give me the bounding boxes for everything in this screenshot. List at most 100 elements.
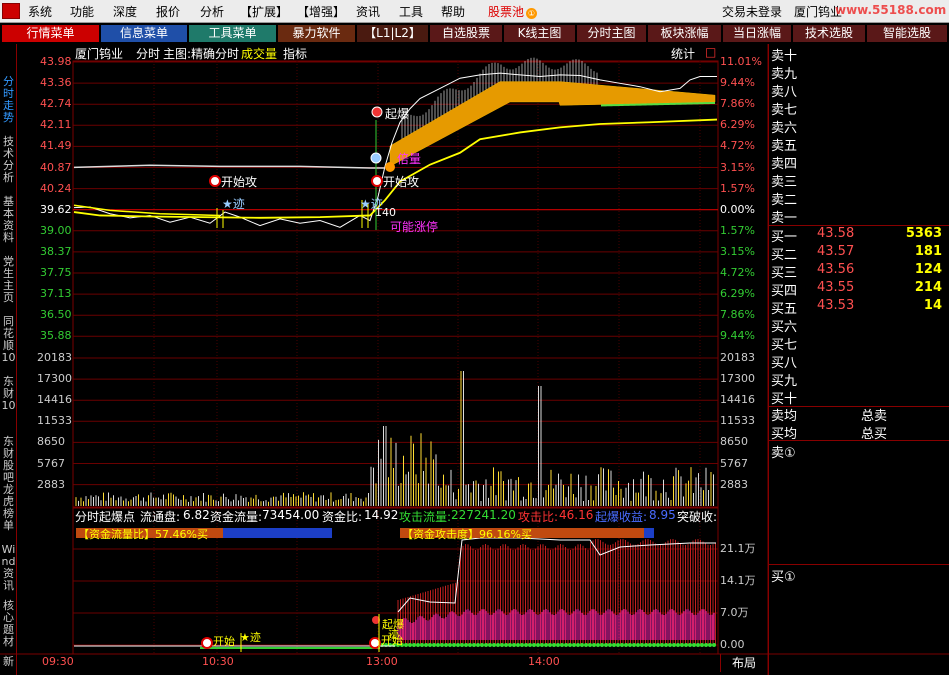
green-dot xyxy=(432,643,436,647)
bid-row[interactable]: 买三 xyxy=(771,262,797,281)
green-dot xyxy=(480,643,484,647)
green-dot xyxy=(496,643,500,647)
bid-row[interactable]: 买二 xyxy=(771,244,797,263)
green-dot xyxy=(444,643,448,647)
price-pane-frame xyxy=(72,60,719,509)
volume-tick: 2883 xyxy=(37,477,65,491)
green-dot xyxy=(536,643,540,647)
attack-marker-icon xyxy=(209,175,221,187)
green-dot xyxy=(668,643,672,647)
price-tick: 41.49 xyxy=(40,139,72,153)
ask-row[interactable]: 卖五 xyxy=(771,135,797,154)
volume-tick: 14416 xyxy=(37,393,72,407)
green-dot xyxy=(456,643,460,647)
indicator-name[interactable]: 分时起爆点 xyxy=(75,508,135,525)
bid-row[interactable]: 买五 xyxy=(771,298,797,317)
green-dot xyxy=(656,643,660,647)
ask-row[interactable]: 卖二 xyxy=(771,189,797,208)
volume-tick: 11533 xyxy=(37,414,72,428)
bid-row[interactable]: 买四 xyxy=(771,280,797,299)
pct-tick: 9.44% xyxy=(720,329,755,343)
attack-flow-value: 227241.20 xyxy=(451,508,516,522)
price-tick: 42.11 xyxy=(40,118,72,132)
green-dot xyxy=(648,643,652,647)
green-dot xyxy=(652,643,656,647)
green-dot xyxy=(620,643,624,647)
average-line-left xyxy=(73,204,221,217)
green-dot xyxy=(584,643,588,647)
pct-tick: 3.15% xyxy=(720,244,755,258)
ask-row[interactable]: 卖十 xyxy=(771,45,797,64)
pct-tick: 3.15% xyxy=(720,160,755,174)
attack-degree-bar: 【资金攻击度】96.16%买 xyxy=(400,528,654,541)
annotation-big-volume: 倍量 xyxy=(397,151,421,166)
volume-tick: 17300 xyxy=(720,372,755,386)
green-dot xyxy=(568,643,572,647)
time-tick: 10:30 xyxy=(202,655,234,668)
pct-tick: 7.86% xyxy=(720,97,755,111)
ask-row[interactable]: 卖九 xyxy=(771,63,797,82)
green-dot xyxy=(644,643,648,647)
attack-ratio-label: 攻击比: xyxy=(518,510,559,524)
green-dot xyxy=(572,643,576,647)
bid-row[interactable]: 买九 xyxy=(771,370,797,389)
green-dot xyxy=(420,643,424,647)
ask-row[interactable]: 卖一 xyxy=(771,207,797,226)
price-tick: 38.37 xyxy=(40,244,72,258)
green-dot xyxy=(528,643,532,647)
green-dot xyxy=(684,643,688,647)
green-dot xyxy=(612,643,616,647)
time-tick: 13:00 xyxy=(366,655,398,668)
lower-tick: 7.0万 xyxy=(720,606,749,619)
ask-row[interactable]: 卖七 xyxy=(771,99,797,118)
green-dot xyxy=(560,643,564,647)
bid-row[interactable]: 买七 xyxy=(771,334,797,353)
attack-flow-label: 攻击流量: xyxy=(399,510,452,524)
total-sell: 总卖 xyxy=(861,409,888,424)
fund-flow-ratio-text: 【资金流量比】57.46%买 xyxy=(78,528,208,541)
attack-marker-icon xyxy=(371,175,383,187)
bid-price: 43.57 xyxy=(817,244,855,259)
green-dot xyxy=(488,643,492,647)
pct-tick: 1.57% xyxy=(720,181,755,195)
buy-queue[interactable]: 买① xyxy=(771,566,796,585)
green-dot xyxy=(524,643,528,647)
lower-annotation: ★迹 xyxy=(240,631,261,644)
layout-button[interactable]: 布局 xyxy=(720,654,767,672)
volume-marker-icon xyxy=(370,152,382,164)
lower-annotation: 开始 xyxy=(213,634,235,648)
volume-tick: 5767 xyxy=(720,456,748,470)
green-dot xyxy=(544,643,548,647)
bid-volume: 14 xyxy=(923,298,942,313)
ask-row[interactable]: 卖四 xyxy=(771,153,797,172)
pct-tick: 6.29% xyxy=(720,287,755,301)
ask-row[interactable]: 卖八 xyxy=(771,81,797,100)
bid-row[interactable]: 买一 xyxy=(771,226,797,245)
volume-tick: 8650 xyxy=(720,435,748,449)
qibao-marker-icon xyxy=(371,106,383,118)
green-dot xyxy=(476,643,480,647)
annotation-number: 140 xyxy=(375,206,396,219)
time-tick: 14:00 xyxy=(528,655,560,668)
green-dot xyxy=(608,643,612,647)
green-dot xyxy=(424,643,428,647)
volume-tick: 17300 xyxy=(37,372,72,386)
attack-degree-text: 【资金攻击度】96.16%买 xyxy=(402,528,532,541)
bid-row[interactable]: 买六 xyxy=(771,316,797,335)
volume-tick: 2883 xyxy=(720,477,748,491)
float-label: 流通盘: xyxy=(140,510,181,524)
order-book-divider xyxy=(769,564,949,565)
sell-queue[interactable]: 卖① xyxy=(771,442,796,461)
price-tick: 43.98 xyxy=(40,55,72,68)
green-dot xyxy=(636,643,640,647)
green-dot xyxy=(564,643,568,647)
price-tick: 39.62 xyxy=(40,202,72,216)
volume-tick: 14416 xyxy=(720,393,755,407)
ask-row[interactable]: 卖三 xyxy=(771,171,797,190)
ask-row[interactable]: 卖六 xyxy=(771,117,797,136)
price-tick: 43.36 xyxy=(40,76,72,90)
green-dot xyxy=(616,643,620,647)
bid-row[interactable]: 买八 xyxy=(771,352,797,371)
bid-volume: 181 xyxy=(914,244,942,259)
order-book: 卖十 卖九 卖八 卖七 卖六 卖五 卖四 卖三 卖二 卖一 买一 43.58 5363 买二 43.57 18… xyxy=(768,44,949,675)
